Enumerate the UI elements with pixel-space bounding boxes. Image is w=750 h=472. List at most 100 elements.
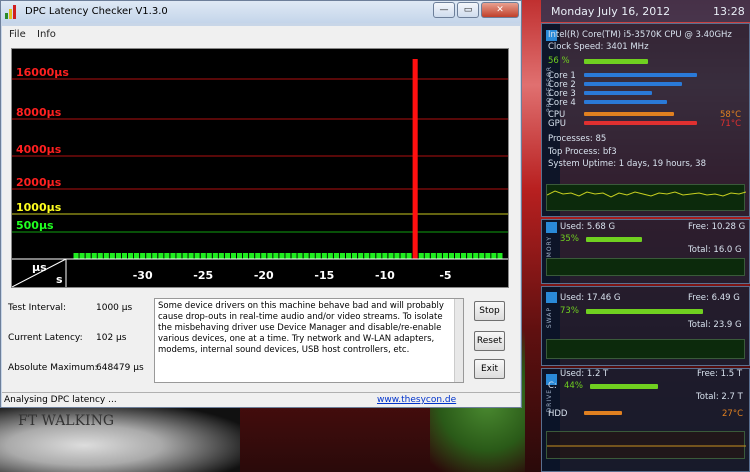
x-tick-label: -20 — [254, 269, 274, 282]
latency-bar — [237, 253, 243, 259]
menu-file[interactable]: File — [9, 29, 26, 40]
coin-text: FT WALKING — [18, 413, 115, 429]
description-scrollbar[interactable] — [454, 299, 463, 382]
swap-bar — [586, 309, 703, 314]
latency-bar — [97, 253, 103, 259]
drive-free: Free: 1.5 T — [697, 369, 743, 379]
latency-bar — [91, 253, 97, 259]
latency-bar — [497, 253, 503, 259]
latency-bar — [212, 253, 218, 259]
gpu-temp-value: 71°C — [720, 119, 742, 129]
exit-button[interactable]: Exit — [474, 359, 505, 379]
latency-bar — [491, 253, 497, 259]
gadget-header: Monday July 16, 2012 13:28 — [541, 0, 750, 22]
system-uptime: System Uptime: 1 days, 19 hours, 38 — [548, 159, 706, 169]
cpu-history-line — [546, 190, 747, 198]
latency-bar — [333, 253, 339, 259]
reset-button[interactable]: Reset — [474, 331, 505, 351]
y-tick-label: 16000µs — [16, 66, 69, 79]
status-bar: Analysing DPC latency ... www.thesycon.d… — [2, 392, 520, 407]
latency-bar — [473, 253, 479, 259]
latency-bar — [279, 253, 285, 259]
latency-bar — [188, 253, 194, 259]
latency-bar — [315, 253, 321, 259]
desktop-coin: FT WALKING — [0, 405, 240, 472]
latency-bar — [436, 253, 442, 259]
stop-button[interactable]: Stop — [474, 301, 505, 321]
core-2-bar — [584, 82, 682, 86]
x-tick-label: -5 — [439, 269, 451, 282]
latency-bar — [243, 253, 249, 259]
latency-bar — [479, 253, 485, 259]
latency-bar — [261, 253, 267, 259]
cpu-temp-bar — [584, 112, 674, 116]
cpu-usage: 56 % — [548, 56, 570, 66]
swap-section: SWAP Used: 17.46 G Free: 6.49 G 73% Tota… — [541, 286, 750, 366]
drive-letter: C: — [548, 381, 557, 391]
latency-bar — [382, 253, 388, 259]
latency-bar — [370, 253, 376, 259]
absolute-max-label: Absolute Maximum: — [8, 363, 98, 373]
latency-bar — [176, 253, 182, 259]
drive-used: Used: 1.2 T — [560, 369, 609, 379]
latency-bar — [442, 253, 448, 259]
latency-bar — [273, 253, 279, 259]
latency-spike-bar — [412, 59, 418, 259]
clock-speed: Clock Speed: 3401 MHz — [548, 42, 649, 52]
y-tick-label: 1000µs — [16, 201, 62, 214]
swap-total: Total: 23.9 G — [688, 320, 742, 330]
x-tick-label: -30 — [133, 269, 153, 282]
latency-bar — [85, 253, 91, 259]
close-button[interactable]: ✕ — [481, 2, 519, 18]
latency-bar — [170, 253, 176, 259]
latency-bar — [448, 253, 454, 259]
latency-bar — [218, 253, 224, 259]
swap-side-label: SWAP — [546, 307, 553, 329]
core-4-label: Core 4 — [548, 98, 576, 108]
latency-bar — [109, 253, 115, 259]
core-1-bar — [584, 73, 697, 77]
core-4-bar — [584, 100, 667, 104]
processor-section: PROCESSOR Intel(R) Core(TM) i5-3570K CPU… — [541, 23, 750, 217]
latency-bar — [321, 253, 327, 259]
menu-bar: File Info — [2, 26, 520, 44]
memory-percent: 35% — [560, 234, 579, 244]
menu-info[interactable]: Info — [37, 29, 56, 40]
swap-percent: 73% — [560, 306, 579, 316]
latency-bar — [376, 253, 382, 259]
latency-bar — [194, 253, 200, 259]
y-tick-label: 8000µs — [16, 106, 62, 119]
x-tick-label: -10 — [375, 269, 395, 282]
latency-bar — [128, 253, 134, 259]
drive-bar — [590, 384, 658, 389]
latency-bar — [158, 253, 164, 259]
latency-bar — [249, 253, 255, 259]
memory-total: Total: 16.0 G — [688, 245, 742, 255]
status-text: Analysing DPC latency ... — [4, 395, 117, 405]
latency-bar — [224, 253, 230, 259]
latency-bar — [230, 253, 236, 259]
latency-bar — [303, 253, 309, 259]
memory-section: MEMORY Used: 5.68 G Free: 10.28 G 35% To… — [541, 219, 750, 284]
hdd-label: HDD — [548, 409, 568, 419]
description-text: Some device drivers on this machine beha… — [158, 301, 444, 355]
x-tick-label: -25 — [193, 269, 213, 282]
latency-bar — [152, 253, 158, 259]
minimize-button[interactable]: — — [433, 2, 455, 18]
latency-chart-svg: 16000µs 8000µs 4000µs 2000µs 1000µs 500µs µss -… — [11, 59, 508, 288]
title-bar[interactable]: DPC Latency Checker V1.3.0 — ▭ ✕ — [1, 1, 521, 23]
cpu-usage-bar — [584, 59, 648, 64]
memory-history-graph — [546, 258, 745, 276]
latency-bar — [164, 253, 170, 259]
drive-total: Total: 2.7 T — [696, 392, 743, 402]
website-link[interactable]: www.thesycon.de — [377, 395, 456, 405]
latency-bar — [285, 253, 291, 259]
swap-history-graph — [546, 339, 745, 359]
y-unit-label: µs — [32, 261, 47, 274]
description-box[interactable]: Some device drivers on this machine beha… — [154, 298, 464, 383]
gpu-temp-label: GPU — [548, 119, 566, 129]
memory-bar — [586, 237, 642, 242]
latency-bar — [461, 253, 467, 259]
maximize-button[interactable]: ▭ — [457, 2, 479, 18]
latency-bar — [400, 253, 406, 259]
